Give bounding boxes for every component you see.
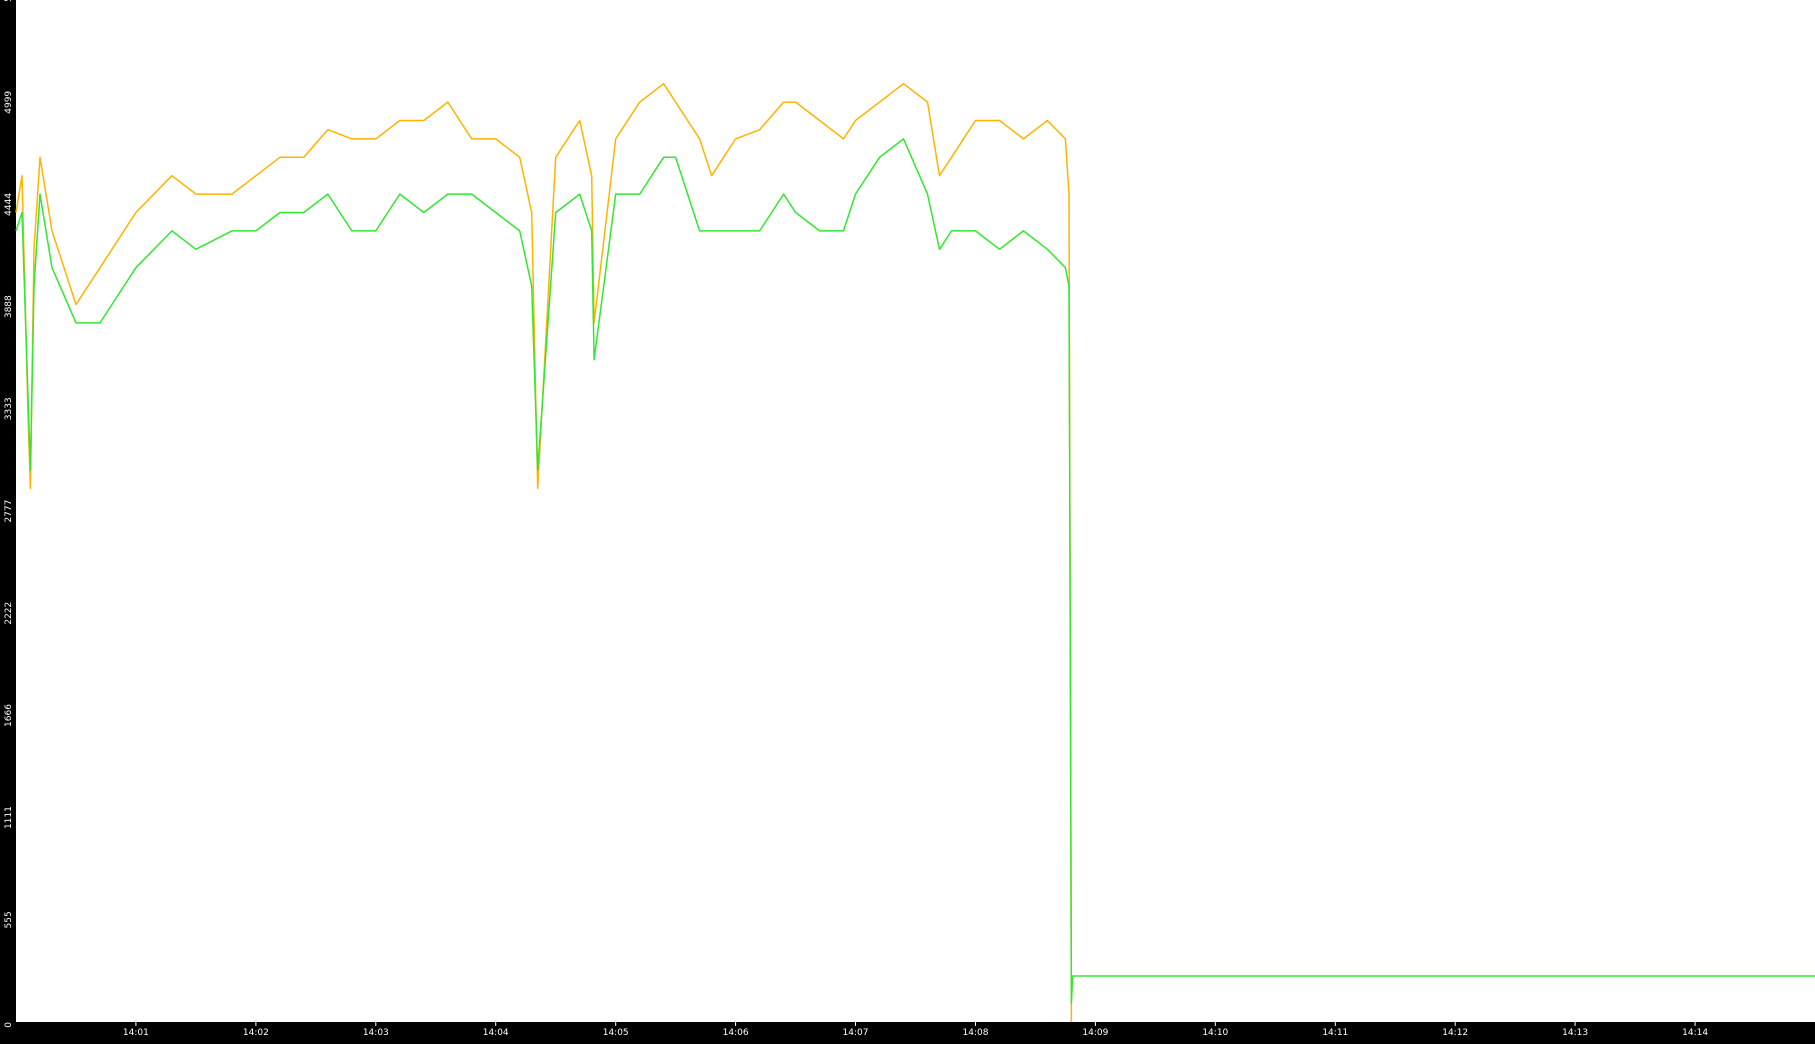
x-tick-label: 14:05: [603, 1028, 629, 1038]
y-axis: 0 555 1111 1666 2222 2777 3333 3888 4444 4999 5555: [4, 0, 14, 1028]
x-tick-label: 14:12: [1442, 1028, 1468, 1038]
x-tick-label: 14:01: [123, 1028, 149, 1038]
x-tick-label: 14:06: [723, 1028, 749, 1038]
y-tick-label: 4999: [4, 91, 14, 114]
y-tick-label: 555: [4, 911, 14, 928]
chart-window: 0 555 1111 1666 2222 2777 3333 3888 4444 4999 5555…: [0, 0, 1815, 1039]
x-tick-label: 14:04: [483, 1028, 509, 1038]
y-tick-label: 5555: [4, 0, 14, 2]
x-tick-label: 14:07: [843, 1028, 869, 1038]
y-tick-label: 0: [4, 1022, 14, 1028]
x-tick-label: 14:13: [1562, 1028, 1588, 1038]
x-tick-label: 14:10: [1202, 1028, 1228, 1038]
x-tick-label: 14:03: [363, 1028, 389, 1038]
y-tick-label: 3888: [4, 295, 14, 318]
y-tick-label: 3333: [4, 397, 14, 420]
x-tick-label: 14:02: [243, 1028, 269, 1038]
line-chart: 0 555 1111 1666 2222 2777 3333 3888 4444 4999 5555…: [4, 0, 1815, 1038]
x-axis: 14:01 14:02 14:03 14:04 14:05 14:06 14:07 14:08…: [123, 1022, 1708, 1038]
y-tick-label: 4444: [4, 193, 14, 216]
x-tick-label: 14:08: [963, 1028, 989, 1038]
y-tick-label: 1111: [4, 806, 14, 829]
y-tick-label: 2777: [4, 500, 14, 523]
x-tick-label: 14:14: [1682, 1028, 1708, 1038]
y-tick-label: 2222: [4, 602, 14, 625]
y-tick-label: 1666: [4, 704, 14, 727]
x-tick-label: 14:09: [1082, 1028, 1108, 1038]
x-tick-label: 14:11: [1322, 1028, 1348, 1038]
plot-area: [16, 0, 1815, 1022]
